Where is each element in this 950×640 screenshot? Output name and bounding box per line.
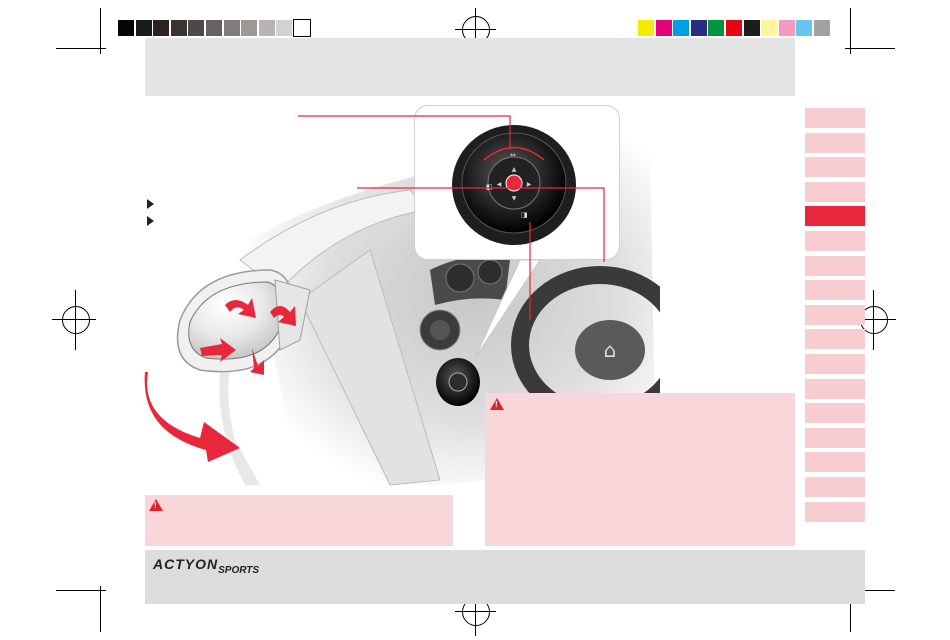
leader-lines [298,115,605,320]
warning-box-right [485,393,795,546]
warning-box-left [145,495,453,546]
warning-icon: ! [149,499,163,511]
actyon-sports-logo: ACTYONSPORTS [153,556,259,576]
warning-icon: ! [490,398,504,410]
logo-main: ACTYON [153,556,219,572]
logo-sub: SPORTS [218,565,260,576]
